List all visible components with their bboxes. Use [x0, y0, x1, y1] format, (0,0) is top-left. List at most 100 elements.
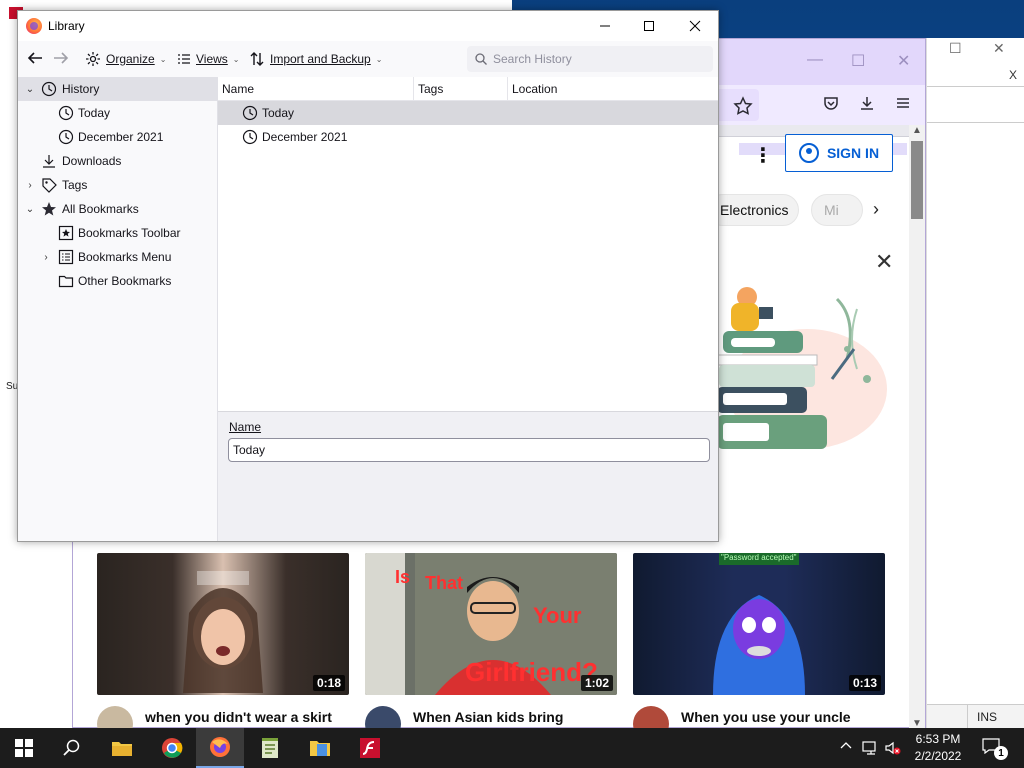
- close-icon[interactable]: ✕: [897, 51, 910, 71]
- window-title: Library: [48, 19, 85, 33]
- overlay-text: Your: [533, 603, 582, 628]
- filter-chip[interactable]: Mi: [811, 194, 863, 226]
- scrollbar-thumb[interactable]: [911, 141, 923, 219]
- chevron-down-icon: ⌄: [159, 54, 167, 64]
- search-button[interactable]: [48, 728, 96, 768]
- name-field-label: Name: [229, 420, 262, 434]
- file-explorer-button[interactable]: [98, 728, 146, 768]
- video-thumbnail[interactable]: "Password accepted" 0:13: [633, 553, 885, 695]
- downloads-icon[interactable]: [859, 95, 875, 111]
- chevron-right-icon[interactable]: ›: [24, 180, 36, 191]
- video-thumbnail[interactable]: Is That Your Girlfriend? 1:02: [365, 553, 617, 695]
- minimize-icon[interactable]: —: [807, 51, 823, 69]
- history-list[interactable]: Name Tags Location Today December 2021: [218, 77, 718, 411]
- video-title[interactable]: When you use your uncle: [681, 709, 851, 725]
- column-header-tags[interactable]: Tags: [414, 77, 508, 101]
- firefox-logo-icon: [26, 18, 42, 34]
- sidebar-item-bookmarks-menu[interactable]: › Bookmarks Menu: [18, 245, 217, 269]
- library-window[interactable]: Library Organize ⌄ Views ⌄ Import and Ba…: [17, 10, 719, 542]
- gear-icon: [86, 52, 100, 66]
- sidebar-item-december-2021[interactable]: December 2021: [18, 125, 217, 149]
- close-icon[interactable]: ✕: [875, 249, 893, 275]
- url-bar[interactable]: [719, 89, 759, 121]
- table-row[interactable]: Today: [218, 101, 718, 125]
- close-button[interactable]: [672, 11, 718, 41]
- import-export-icon: [250, 52, 264, 66]
- notepad-button[interactable]: [246, 728, 294, 768]
- overlay-text: "Password accepted": [721, 553, 797, 562]
- video-thumbnail[interactable]: 0:18: [97, 553, 349, 695]
- column-label: Tags: [418, 82, 444, 96]
- library-titlebar[interactable]: Library: [18, 11, 718, 41]
- close-icon[interactable]: ✕: [993, 40, 1005, 57]
- folder-icon: [112, 742, 132, 756]
- chevron-down-icon: ⌄: [232, 54, 240, 64]
- star-icon: [41, 201, 57, 217]
- network-icon[interactable]: [862, 740, 880, 756]
- pocket-icon[interactable]: [823, 95, 839, 111]
- chevron-down-icon[interactable]: ⌄: [24, 84, 36, 95]
- list-header: Name Tags Location: [218, 77, 718, 101]
- firefox-button[interactable]: [196, 728, 244, 768]
- maximize-button[interactable]: [626, 11, 672, 41]
- sidebar-item-today[interactable]: Today: [18, 101, 217, 125]
- chevron-down-icon[interactable]: ⌄: [24, 204, 36, 215]
- views-button[interactable]: Views ⌄: [177, 49, 240, 69]
- chrome-button[interactable]: [148, 728, 196, 768]
- flash-button[interactable]: [346, 728, 394, 768]
- name-field[interactable]: [228, 438, 710, 462]
- column-header-location[interactable]: Location: [508, 77, 718, 101]
- column-header-name[interactable]: Name: [218, 77, 414, 101]
- account-icon: [798, 143, 819, 163]
- details-pane: Name: [218, 411, 718, 541]
- maximize-icon[interactable]: ☐: [851, 51, 865, 71]
- organize-button[interactable]: Organize ⌄: [85, 49, 166, 69]
- table-row[interactable]: December 2021: [218, 125, 718, 149]
- sidebar-item-label: Tags: [62, 178, 88, 192]
- list-view-icon: [178, 54, 190, 64]
- filter-chip[interactable]: Electronics: [707, 194, 799, 226]
- video-title[interactable]: when you didn't wear a skirt: [145, 709, 332, 725]
- menu-icon[interactable]: [895, 95, 911, 111]
- more-options-icon[interactable]: ⋮: [753, 143, 773, 168]
- action-center-button[interactable]: 1: [982, 738, 1008, 760]
- clock-icon: [242, 105, 258, 121]
- maximize-icon[interactable]: ☐: [949, 40, 962, 57]
- sidebar-item-history[interactable]: ⌄ History: [18, 77, 217, 101]
- divider: [967, 705, 968, 729]
- video-title[interactable]: When Asian kids bring: [413, 709, 563, 725]
- clock-icon: [58, 129, 74, 145]
- sidebar-item-downloads[interactable]: Downloads: [18, 149, 217, 173]
- import-backup-button[interactable]: Import and Backup ⌄: [249, 49, 382, 69]
- background-window-right[interactable]: ☐ ✕ X INS: [926, 38, 1024, 729]
- scrollbar[interactable]: ▲ ▼: [909, 125, 925, 729]
- sign-in-button[interactable]: SIGN IN: [785, 134, 893, 172]
- search-history-box[interactable]: [467, 46, 713, 72]
- video-duration: 0:13: [848, 675, 881, 691]
- chevron-right-icon[interactable]: ›: [40, 252, 52, 263]
- sidebar-item-bookmarks-toolbar[interactable]: Bookmarks Toolbar: [18, 221, 217, 245]
- sidebar-item-tags[interactable]: › Tags: [18, 173, 217, 197]
- ad-banner[interactable]: [717, 239, 909, 497]
- bookmark-star-icon[interactable]: [719, 89, 759, 121]
- folder-document-icon: [310, 741, 330, 756]
- start-button[interactable]: [0, 728, 48, 768]
- documents-button[interactable]: [296, 728, 344, 768]
- system-clock[interactable]: 6:53 PM 2/2/2022: [900, 731, 976, 765]
- import-backup-label: Import and Backup: [270, 52, 371, 66]
- sign-in-label: SIGN IN: [826, 145, 880, 161]
- sidebar-item-other-bookmarks[interactable]: Other Bookmarks: [18, 269, 217, 293]
- status-bar: INS: [927, 704, 1024, 729]
- scroll-up-icon[interactable]: ▲: [912, 125, 922, 136]
- search-history-input[interactable]: [493, 52, 693, 66]
- minimize-button[interactable]: [582, 11, 628, 41]
- chevron-right-icon[interactable]: ›: [873, 199, 879, 220]
- bookmarks-menu-icon: [58, 249, 74, 265]
- chevron-up-icon[interactable]: [840, 740, 852, 752]
- forward-button[interactable]: [52, 49, 70, 67]
- sidebar-item-all-bookmarks[interactable]: ⌄ All Bookmarks: [18, 197, 217, 221]
- chip-label: Electronics: [720, 202, 789, 218]
- row-name: Today: [262, 106, 295, 120]
- back-button[interactable]: [26, 49, 44, 67]
- column-label: Name: [222, 82, 255, 96]
